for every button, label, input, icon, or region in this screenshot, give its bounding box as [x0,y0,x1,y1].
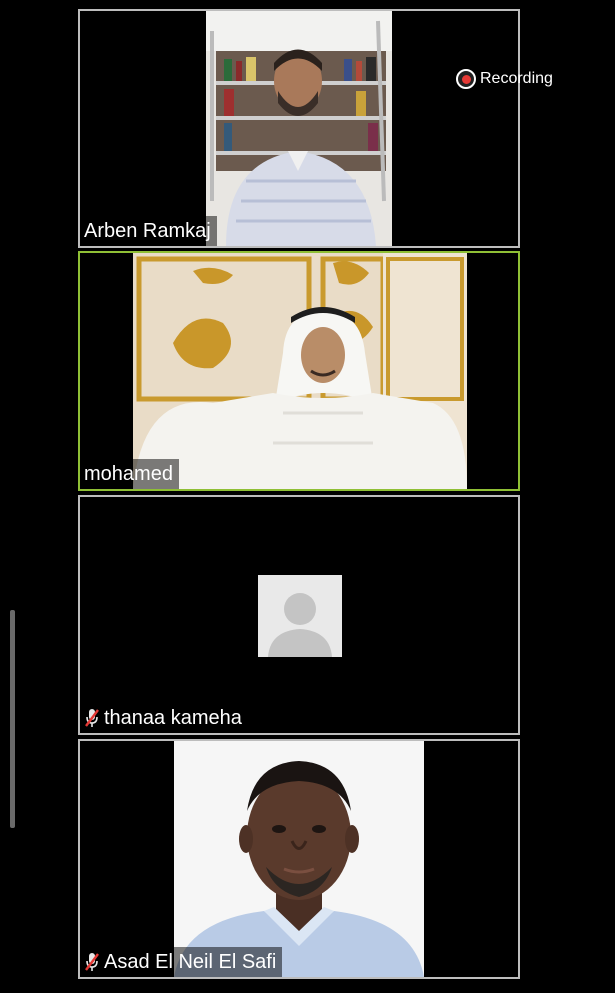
participant-name-tag: mohamed [80,459,179,489]
participant-name: mohamed [84,463,173,485]
meeting-screen: Arben Ramkaj Recording mohamed thanaa ka… [0,0,615,993]
video-frame-image [174,741,424,977]
participant-name-tag: Arben Ramkaj [80,216,217,246]
participant-video [133,253,467,489]
participant-tile-mohamed[interactable]: mohamed [78,251,520,491]
mic-muted-icon [85,953,99,971]
participant-tile-thanaa-kameha[interactable]: thanaa kameha [78,495,520,735]
participant-video [174,741,424,977]
participant-tile-arben-ramkaj[interactable]: Arben Ramkaj [78,9,520,248]
participant-name: Arben Ramkaj [84,220,211,242]
recording-label: Recording [480,70,553,87]
participant-name: thanaa kameha [104,707,242,729]
side-panel-handle[interactable] [10,610,15,828]
participant-video [206,11,392,246]
default-avatar-icon [258,575,342,657]
recording-indicator: Recording [456,67,553,91]
video-frame-image [133,253,467,489]
recording-dot-icon [456,69,476,89]
participant-name: Asad El Neil El Safi [104,951,277,973]
participant-name-tag: Asad El Neil El Safi [80,947,283,977]
participant-tile-asad-el-neil-el-safi[interactable]: Asad El Neil El Safi [78,739,520,979]
mic-muted-icon [85,709,99,727]
participant-name-tag: thanaa kameha [80,703,248,733]
video-frame-image [206,11,392,246]
